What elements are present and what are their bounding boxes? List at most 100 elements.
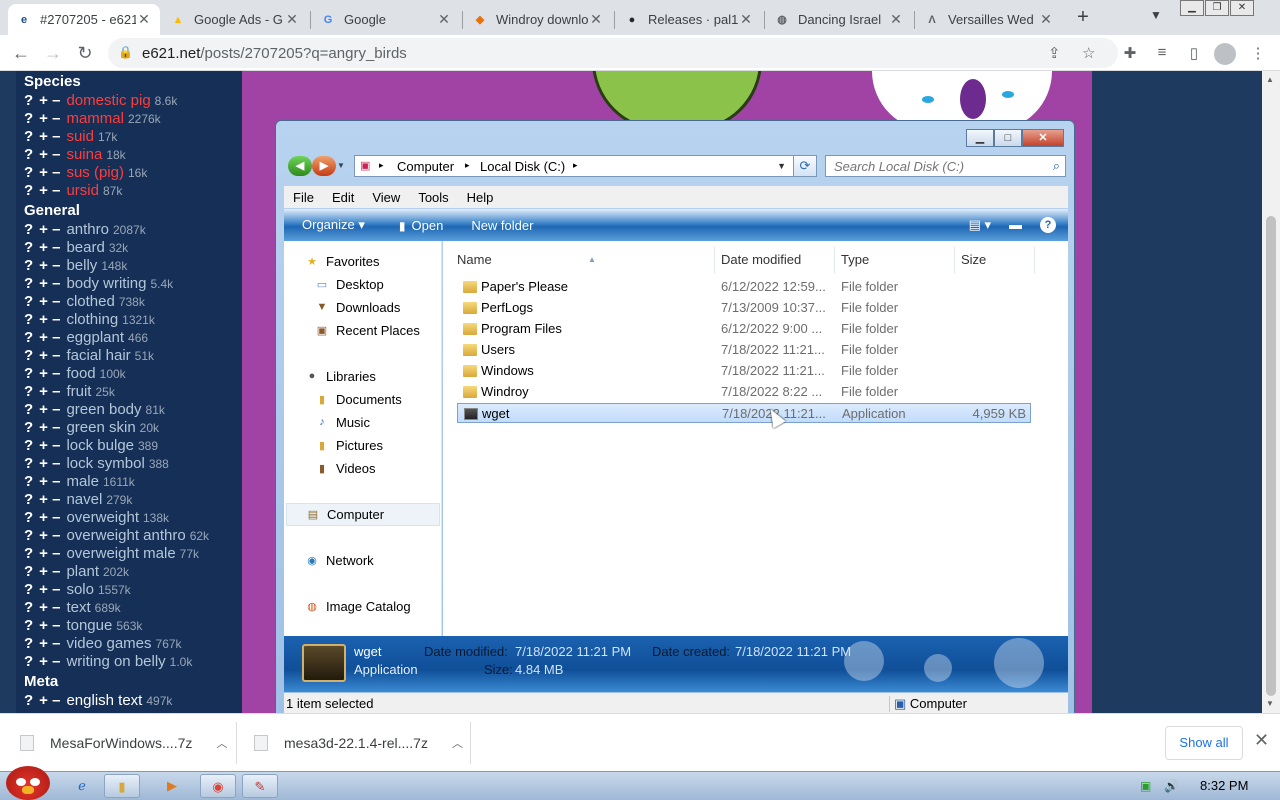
- explorer-minimize-icon[interactable]: ▁: [966, 129, 994, 147]
- column-header-name[interactable]: Name ▲: [451, 247, 715, 273]
- tag-add-remove-links[interactable]: + –: [39, 275, 60, 292]
- menu-file[interactable]: File: [284, 190, 323, 205]
- breadcrumb-separator-icon[interactable]: ▸: [379, 160, 384, 171]
- tag-name-link[interactable]: text: [66, 599, 90, 616]
- extensions-puzzle-icon[interactable]: ✚: [1120, 44, 1140, 62]
- tag-wiki-link[interactable]: ?: [24, 617, 33, 634]
- show-all-downloads-button[interactable]: Show all: [1165, 726, 1243, 760]
- file-row[interactable]: Program Files 6/12/2022 9:00 ... File fold…: [457, 319, 1031, 339]
- tag-wiki-link[interactable]: ?: [24, 419, 33, 436]
- tag-wiki-link[interactable]: ?: [24, 383, 33, 400]
- tag-name-link[interactable]: fruit: [66, 383, 91, 400]
- tag-add-remove-links[interactable]: + –: [39, 383, 60, 400]
- explorer-search-input[interactable]: [826, 156, 1036, 176]
- explorer-taskbar-icon[interactable]: ▮: [104, 774, 140, 798]
- scroll-down-icon[interactable]: ▼: [1266, 699, 1274, 708]
- tag-add-remove-links[interactable]: + –: [39, 527, 60, 544]
- tag-wiki-link[interactable]: ?: [24, 545, 33, 562]
- close-tab-icon[interactable]: ✕: [284, 11, 300, 28]
- restore-icon[interactable]: ❐: [1205, 0, 1229, 16]
- volume-icon[interactable]: 🔊: [1164, 779, 1179, 793]
- download-item-mesa3d[interactable]: mesa3d-22.1.4-rel....7z ︿: [254, 730, 463, 756]
- tag-add-remove-links[interactable]: + –: [39, 581, 60, 598]
- tag-name-link[interactable]: suina: [66, 146, 102, 163]
- media-player-taskbar-icon[interactable]: ▶: [154, 774, 190, 798]
- tag-add-remove-links[interactable]: + –: [39, 164, 60, 181]
- tab-e621[interactable]: e #2707205 - e621 ✕: [8, 4, 160, 35]
- tag-add-remove-links[interactable]: + –: [39, 692, 60, 709]
- close-tab-icon[interactable]: ✕: [1038, 11, 1054, 28]
- tag-wiki-link[interactable]: ?: [24, 581, 33, 598]
- tag-name-link[interactable]: tongue: [66, 617, 112, 634]
- tag-wiki-link[interactable]: ?: [24, 347, 33, 364]
- tag-wiki-link[interactable]: ?: [24, 527, 33, 544]
- organize-button[interactable]: Organize ▾: [302, 217, 365, 233]
- tag-wiki-link[interactable]: ?: [24, 365, 33, 382]
- download-item-mesa-for-windows[interactable]: MesaForWindows....7z ︿: [20, 730, 227, 756]
- close-tab-icon[interactable]: ✕: [136, 11, 152, 28]
- new-folder-button[interactable]: New folder: [471, 218, 533, 233]
- menu-view[interactable]: View: [363, 190, 409, 205]
- media-queue-icon[interactable]: ≡: [1152, 44, 1172, 61]
- tag-name-link[interactable]: green skin: [66, 419, 135, 436]
- chrome-taskbar-icon[interactable]: ◉: [200, 774, 236, 798]
- breadcrumb-local-disk[interactable]: Local Disk (C:): [480, 159, 565, 174]
- app-taskbar-icon[interactable]: ✎: [242, 774, 278, 798]
- tag-add-remove-links[interactable]: + –: [39, 455, 60, 472]
- chevron-up-icon[interactable]: ︿: [216, 735, 227, 751]
- minimize-icon[interactable]: ▁: [1180, 0, 1204, 16]
- tab-google[interactable]: G Google ✕: [312, 4, 460, 35]
- tag-name-link[interactable]: clothing: [66, 311, 118, 328]
- network-status-icon[interactable]: ▣: [1140, 779, 1151, 793]
- tag-add-remove-links[interactable]: + –: [39, 473, 60, 490]
- tag-add-remove-links[interactable]: + –: [39, 419, 60, 436]
- file-row[interactable]: Users 7/18/2022 11:21... File folder: [457, 340, 1031, 360]
- tag-add-remove-links[interactable]: + –: [39, 92, 60, 109]
- menu-edit[interactable]: Edit: [323, 190, 363, 205]
- tab-search-chevron-icon[interactable]: ▼: [1150, 8, 1162, 22]
- tag-wiki-link[interactable]: ?: [24, 692, 33, 709]
- tag-wiki-link[interactable]: ?: [24, 92, 33, 109]
- tag-add-remove-links[interactable]: + –: [39, 221, 60, 238]
- tag-name-link[interactable]: lock symbol: [66, 455, 144, 472]
- tag-add-remove-links[interactable]: + –: [39, 563, 60, 580]
- help-icon[interactable]: ?: [1040, 217, 1056, 233]
- tag-name-link[interactable]: clothed: [66, 293, 114, 310]
- tag-add-remove-links[interactable]: + –: [39, 110, 60, 127]
- tag-add-remove-links[interactable]: + –: [39, 491, 60, 508]
- tab-github-releases[interactable]: ● Releases · pal1 ✕: [616, 4, 762, 35]
- tag-add-remove-links[interactable]: + –: [39, 509, 60, 526]
- tag-wiki-link[interactable]: ?: [24, 329, 33, 346]
- explorer-close-icon[interactable]: ✕: [1022, 129, 1064, 147]
- tag-add-remove-links[interactable]: + –: [39, 653, 60, 670]
- tag-wiki-link[interactable]: ?: [24, 473, 33, 490]
- close-tab-icon[interactable]: ✕: [738, 11, 754, 28]
- share-icon[interactable]: ⇪: [1048, 44, 1061, 62]
- tag-name-link[interactable]: writing on belly: [66, 653, 165, 670]
- chevron-up-icon[interactable]: ︿: [452, 735, 463, 751]
- start-button-angry-bird-icon[interactable]: [6, 766, 50, 800]
- close-tab-icon[interactable]: ✕: [888, 11, 904, 28]
- file-row[interactable]: Windroy 7/18/2022 8:22 ... File folder: [457, 382, 1031, 402]
- open-button[interactable]: ▮ Open: [399, 218, 443, 233]
- recent-pages-chevron-icon[interactable]: ▼: [336, 156, 346, 176]
- change-view-icon[interactable]: ▤ ▾: [969, 217, 991, 233]
- tag-add-remove-links[interactable]: + –: [39, 329, 60, 346]
- nav-desktop[interactable]: ▭ Desktop: [314, 274, 384, 294]
- tag-add-remove-links[interactable]: + –: [39, 146, 60, 163]
- tab-google-ads[interactable]: ▲ Google Ads - G ✕: [162, 4, 308, 35]
- tag-name-link[interactable]: overweight anthro: [66, 527, 185, 544]
- close-tab-icon[interactable]: ✕: [588, 11, 604, 28]
- explorer-back-icon[interactable]: ◀: [288, 156, 312, 176]
- tag-name-link[interactable]: suid: [66, 128, 94, 145]
- tag-name-link[interactable]: navel: [66, 491, 102, 508]
- breadcrumb-computer[interactable]: Computer: [397, 159, 454, 174]
- tag-name-link[interactable]: facial hair: [66, 347, 130, 364]
- tag-name-link[interactable]: beard: [66, 239, 104, 256]
- reload-icon[interactable]: ↻: [74, 42, 96, 64]
- nav-documents[interactable]: ▮ Documents: [314, 389, 402, 409]
- address-history-chevron-icon[interactable]: ▼: [777, 161, 786, 171]
- tab-dancing-israel[interactable]: ◍ Dancing Israel ✕: [766, 4, 912, 35]
- tag-add-remove-links[interactable]: + –: [39, 257, 60, 274]
- file-explorer-window[interactable]: ▁ □ ✕ ◀ ▶ ▼ ▣ ▸ Computer ▸ Local Disk (C…: [275, 120, 1075, 720]
